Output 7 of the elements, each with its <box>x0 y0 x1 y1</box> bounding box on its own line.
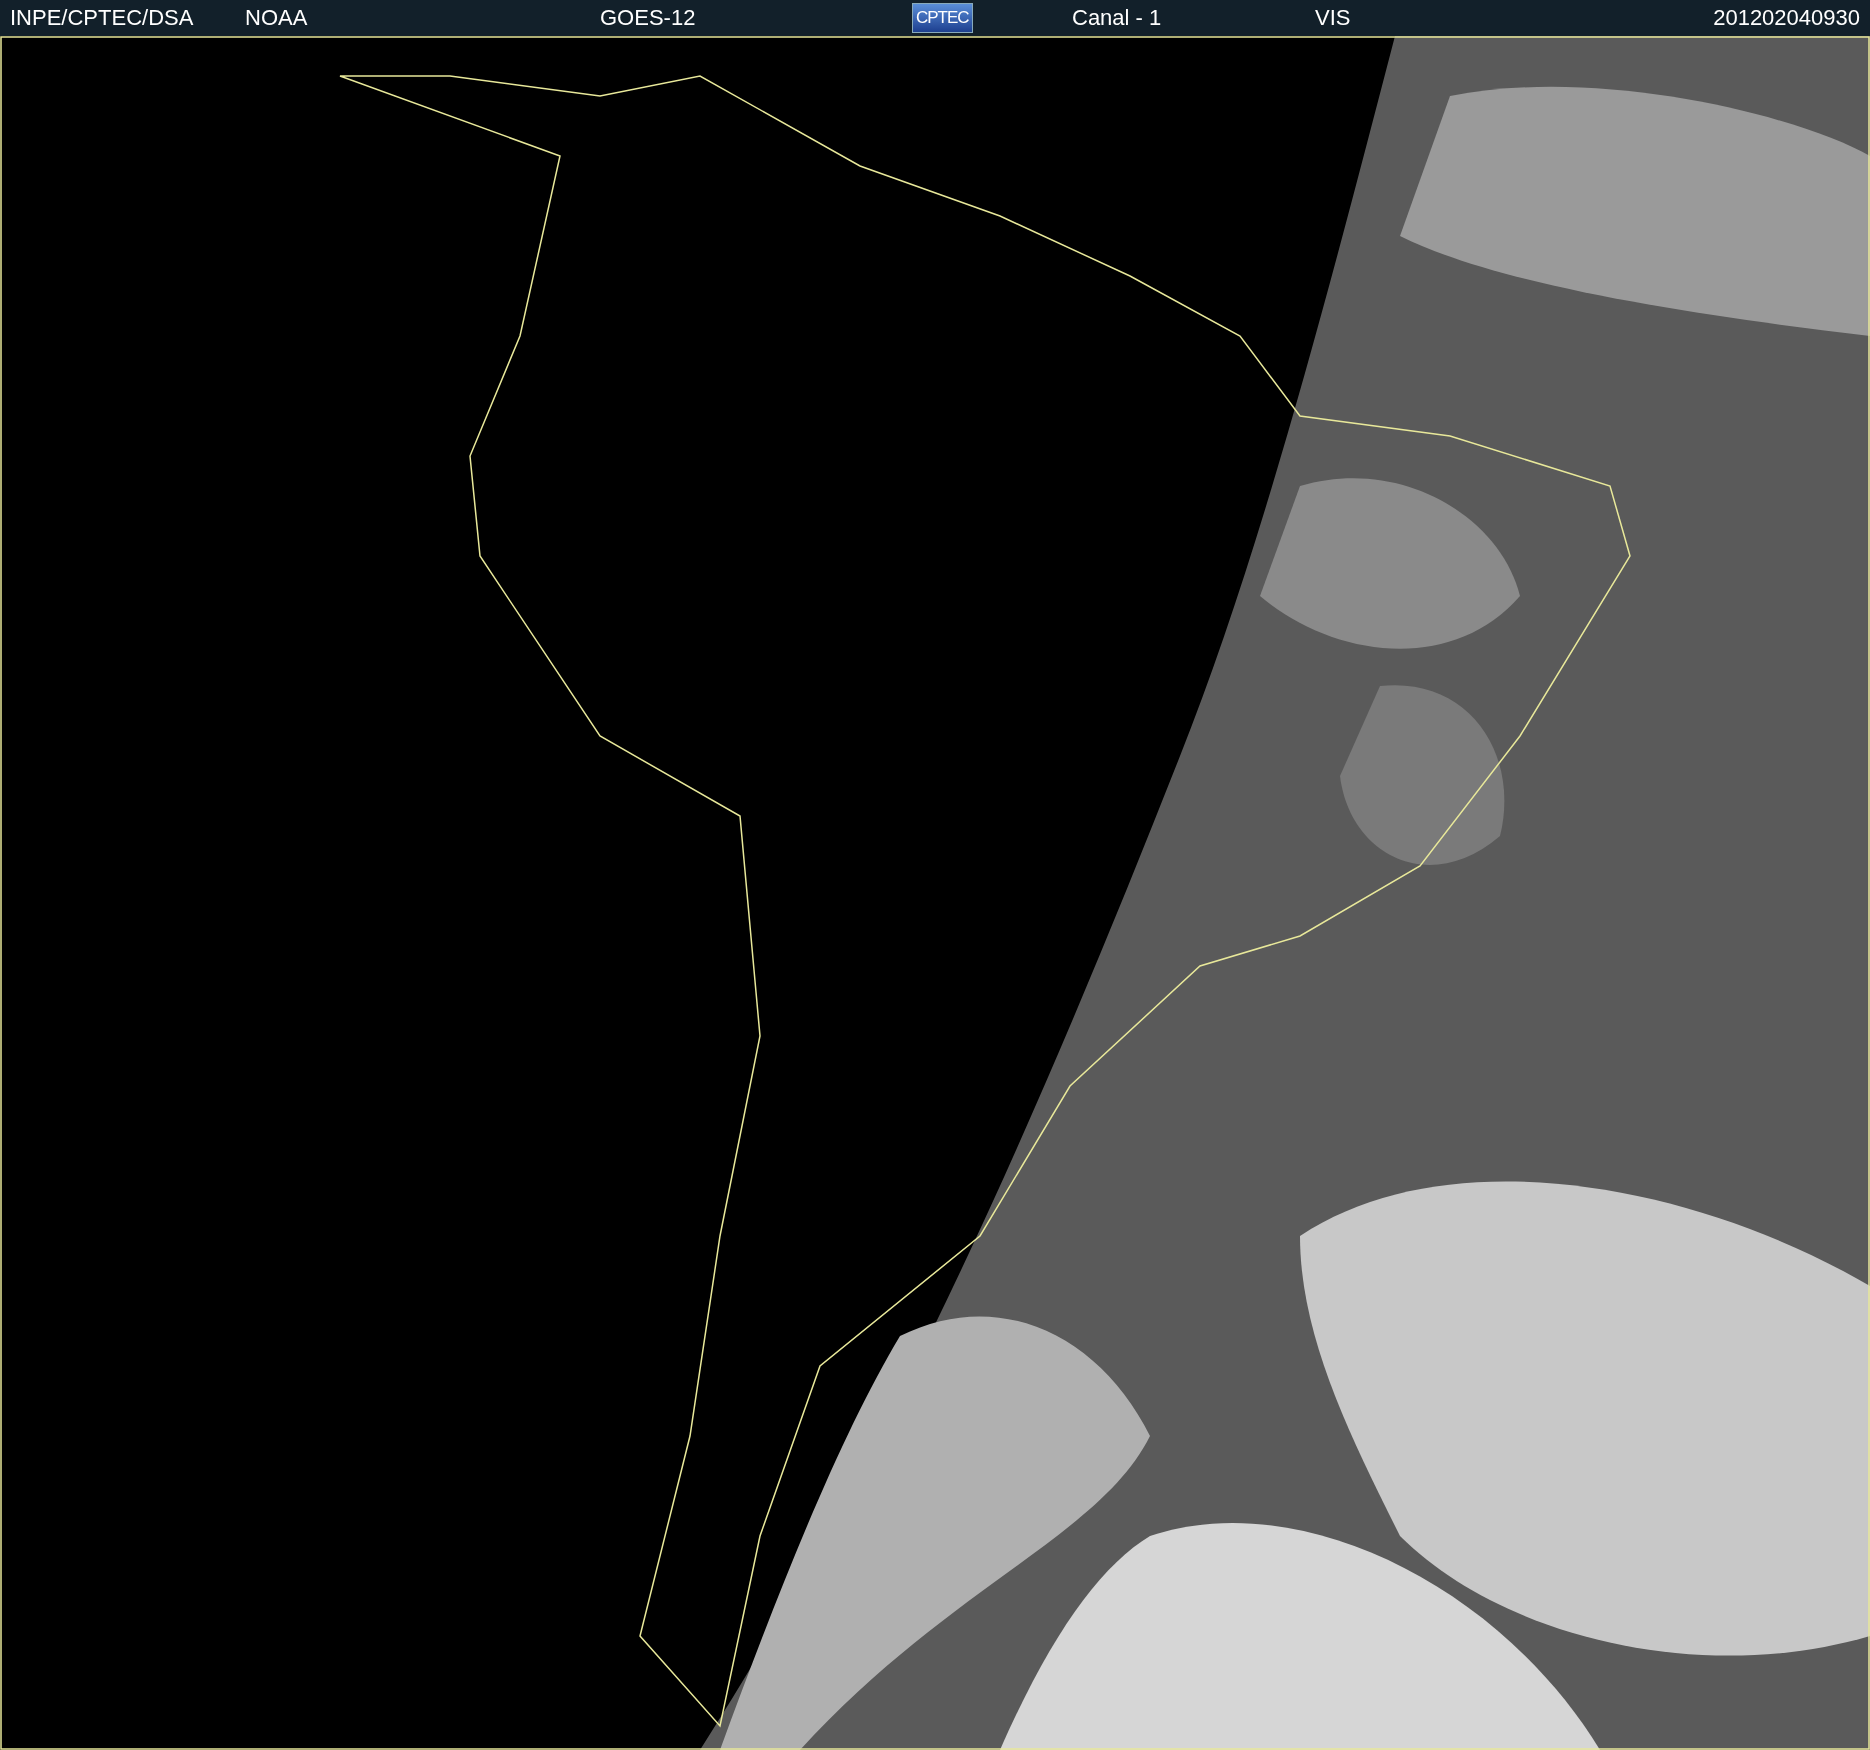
header-label: GOES-12 <box>600 5 696 31</box>
header-label: 201202040930 <box>1713 5 1860 31</box>
header-label: Canal - 1 <box>1072 5 1162 31</box>
header-label: NOAA <box>245 5 308 31</box>
logo: CPTEC <box>912 3 973 33</box>
header-label: VIS <box>1315 5 1351 31</box>
header-label: INPE/CPTEC/DSA <box>10 5 194 31</box>
